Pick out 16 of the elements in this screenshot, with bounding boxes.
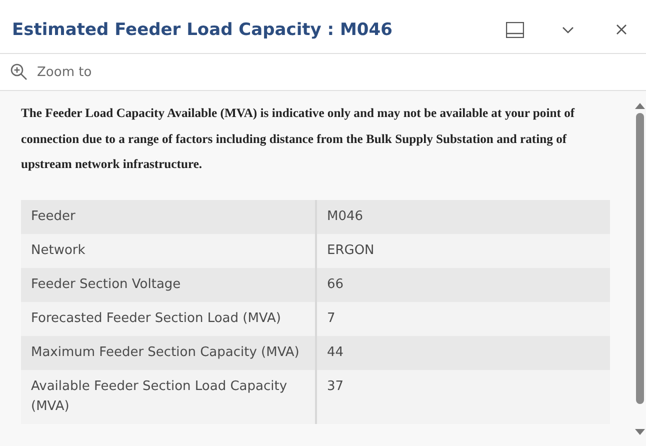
field-value: M046 bbox=[315, 200, 610, 234]
zoom-in-icon bbox=[10, 63, 28, 81]
field-value: 66 bbox=[315, 268, 610, 302]
field-label: Feeder Section Voltage bbox=[21, 268, 315, 302]
field-value: 44 bbox=[315, 336, 610, 370]
field-label: Feeder bbox=[21, 200, 315, 234]
field-label: Available Feeder Section Load Capacity (MVA) bbox=[21, 370, 315, 424]
field-value: 7 bbox=[315, 302, 610, 336]
field-label: Network bbox=[21, 234, 315, 268]
zoom-to-button[interactable]: Zoom to bbox=[8, 61, 94, 83]
window-title: Estimated Feeder Load Capacity : M046 bbox=[12, 20, 394, 40]
field-value: ERGON bbox=[315, 234, 610, 268]
disclaimer-text: The Feeder Load Capacity Available (MVA) is indicative only and may not be available at your point of connection due to a range of factors including distance from the Bulk Supply Substation and rating of upstream network infrastructure. bbox=[21, 105, 576, 173]
field-label: Forecasted Feeder Section Load (MVA) bbox=[21, 302, 315, 336]
field-value: 37 bbox=[315, 370, 610, 424]
field-label: Maximum Feeder Section Capacity (MVA) bbox=[21, 336, 315, 370]
